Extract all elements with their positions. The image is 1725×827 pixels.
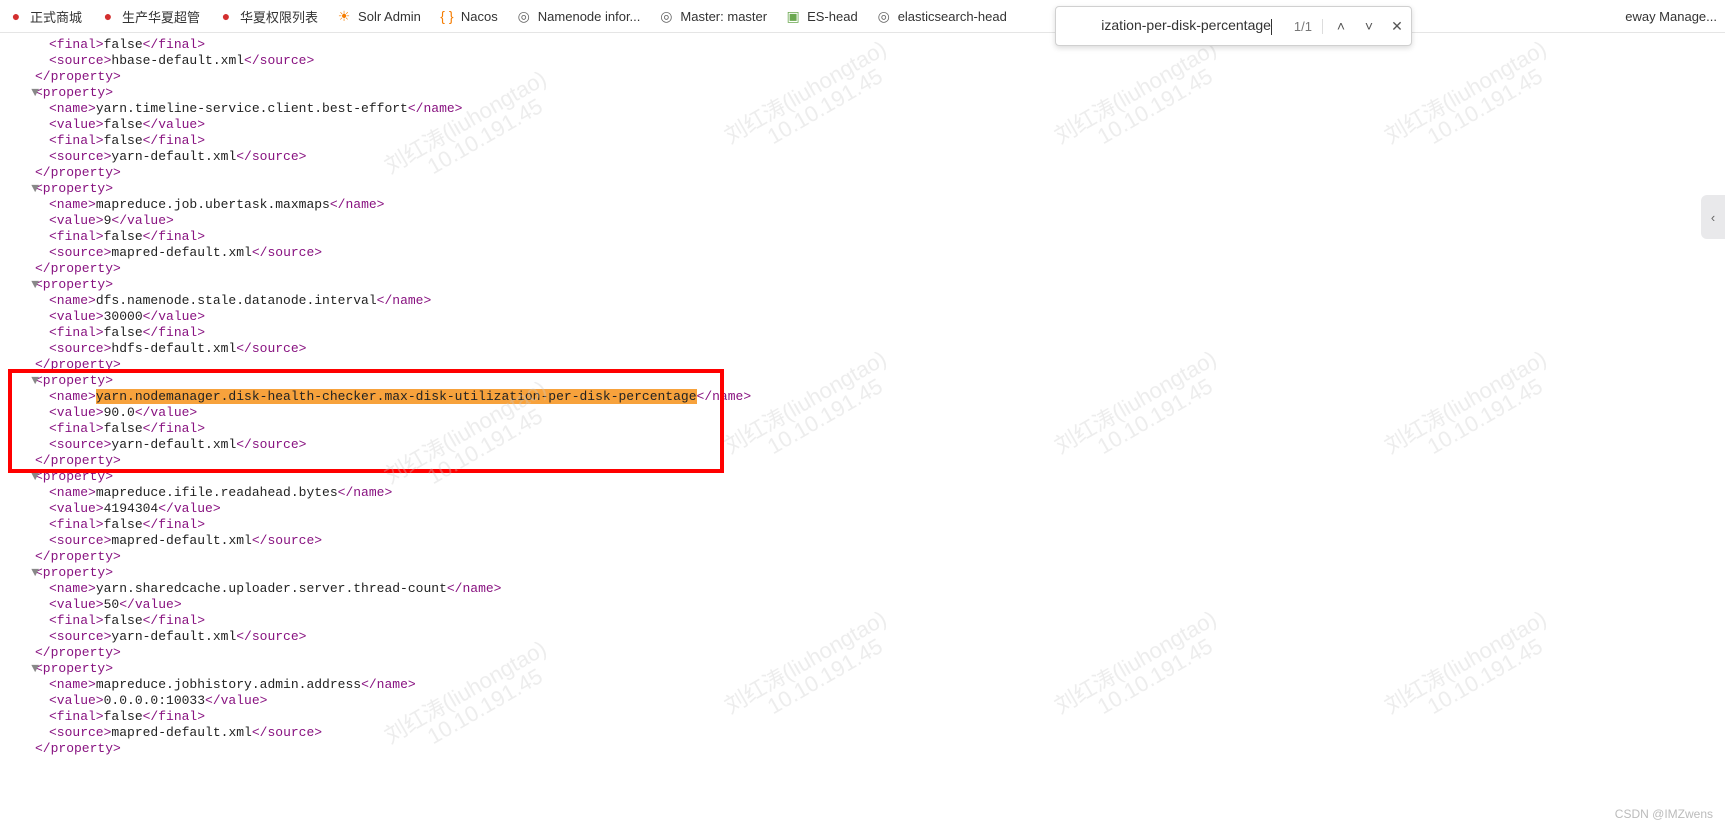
xml-line: <final>false</final> xyxy=(0,709,1725,725)
bookmark-icon: { } xyxy=(439,8,455,24)
bookmark-item[interactable]: ◎ elasticsearch-head xyxy=(876,8,1007,24)
xml-line: <final>false</final> xyxy=(0,229,1725,245)
bookmark-icon: ● xyxy=(100,8,116,24)
bookmark-icon: ▣ xyxy=(785,8,801,24)
find-bar: ization-per-disk-percentage 1/1 ˄ ˅ ✕ xyxy=(1055,6,1412,46)
xml-line: </property> xyxy=(0,645,1725,661)
bookmark-item[interactable]: ▣ ES-head xyxy=(785,8,858,24)
bookmark-icon: ◎ xyxy=(658,8,674,24)
bookmark-icon: ● xyxy=(8,8,24,24)
xml-line: </property> xyxy=(0,453,1725,469)
xml-line: <value>30000</value> xyxy=(0,309,1725,325)
xml-line: <value>false</value> xyxy=(0,117,1725,133)
xml-line: <value>90.0</value> xyxy=(0,405,1725,421)
xml-line: <source>yarn-default.xml</source> xyxy=(0,437,1725,453)
bookmark-item[interactable]: { } Nacos xyxy=(439,8,498,24)
bookmark-label: Master: master xyxy=(680,9,767,24)
find-close-button[interactable]: ✕ xyxy=(1383,12,1411,40)
bookmark-label: Nacos xyxy=(461,9,498,24)
toggle-icon[interactable]: ▼ xyxy=(23,85,39,101)
find-input[interactable]: ization-per-disk-percentage xyxy=(1056,17,1284,34)
xml-line: <source>mapred-default.xml</source> xyxy=(0,245,1725,261)
bookmark-item[interactable]: ● 生产华夏超管 xyxy=(100,7,200,26)
xml-line: <final>false</final> xyxy=(0,517,1725,533)
xml-line: <final>false</final> xyxy=(0,613,1725,629)
toggle-icon[interactable]: ▼ xyxy=(23,661,39,677)
bookmark-item[interactable]: ☀ Solr Admin xyxy=(336,8,421,24)
bookmark-label: eway Manage... xyxy=(1625,9,1717,24)
xml-line: <name>mapreduce.job.ubertask.maxmaps</na… xyxy=(0,197,1725,213)
bookmark-item[interactable]: ◎ Master: master xyxy=(658,8,767,24)
xml-line: <final>false</final> xyxy=(0,133,1725,149)
bookmark-icon: ◎ xyxy=(876,8,892,24)
xml-line: <value>9</value> xyxy=(0,213,1725,229)
xml-line: ▼<property> xyxy=(0,85,1725,101)
toggle-icon[interactable]: ▼ xyxy=(23,181,39,197)
bookmark-icon: ☀ xyxy=(336,8,352,24)
bookmark-label: Namenode infor... xyxy=(538,9,641,24)
xml-line: ▼<property> xyxy=(0,565,1725,581)
xml-line: <final>false</final> xyxy=(0,325,1725,341)
credit-text: CSDN @IMZwens xyxy=(1615,807,1713,821)
xml-line: <source>mapred-default.xml</source> xyxy=(0,725,1725,741)
xml-line: </property> xyxy=(0,357,1725,373)
xml-line: <value>50</value> xyxy=(0,597,1725,613)
bookmark-item[interactable]: ● 华夏权限列表 xyxy=(218,7,318,26)
bookmark-item[interactable]: ◎ Namenode infor... xyxy=(516,8,641,24)
bookmark-label: 华夏权限列表 xyxy=(240,7,318,26)
xml-line: <value>0.0.0.0:10033</value> xyxy=(0,693,1725,709)
xml-line: <name>yarn.sharedcache.uploader.server.t… xyxy=(0,581,1725,597)
bookmark-label: 生产华夏超管 xyxy=(122,7,200,26)
bookmark-icon: ● xyxy=(218,8,234,24)
xml-line: </property> xyxy=(0,261,1725,277)
toggle-icon[interactable]: ▼ xyxy=(23,277,39,293)
toggle-icon[interactable]: ▼ xyxy=(23,373,39,389)
xml-line: <source>mapred-default.xml</source> xyxy=(0,533,1725,549)
bookmark-label: 正式商城 xyxy=(30,7,82,26)
xml-line: <source>hbase-default.xml</source> xyxy=(0,53,1725,69)
bookmark-bar: ● 正式商城 ● 生产华夏超管 ● 华夏权限列表 ☀ Solr Admin { } Nacos ◎ N… xyxy=(0,0,1725,33)
xml-line: <name>yarn.nodemanager.disk-health-check… xyxy=(0,389,1725,405)
xml-line: ▼<property> xyxy=(0,373,1725,389)
xml-line: <name>mapreduce.jobhistory.admin.address… xyxy=(0,677,1725,693)
toggle-icon[interactable]: ▼ xyxy=(23,565,39,581)
bookmark-label: Solr Admin xyxy=(358,9,421,24)
xml-line: <name>yarn.timeline-service.client.best-… xyxy=(0,101,1725,117)
xml-line: <final>false</final> xyxy=(0,421,1725,437)
xml-line: </property> xyxy=(0,549,1725,565)
find-count: 1/1 xyxy=(1284,19,1323,34)
xml-line: </property> xyxy=(0,69,1725,85)
xml-line: <value>4194304</value> xyxy=(0,501,1725,517)
bookmark-label: ES-head xyxy=(807,9,858,24)
xml-line: <final>false</final> xyxy=(0,37,1725,53)
bookmark-icon: ◎ xyxy=(516,8,532,24)
toggle-icon[interactable]: ▼ xyxy=(23,469,39,485)
xml-line: <name>dfs.namenode.stale.datanode.interv… xyxy=(0,293,1725,309)
xml-line: <source>yarn-default.xml</source> xyxy=(0,629,1725,645)
bookmark-item[interactable]: ● 正式商城 xyxy=(8,7,82,26)
xml-line: ▼<property> xyxy=(0,661,1725,677)
xml-line: ▼<property> xyxy=(0,469,1725,485)
xml-line: <source>yarn-default.xml</source> xyxy=(0,149,1725,165)
xml-line: </property> xyxy=(0,741,1725,757)
xml-tree: <final>false</final><source>hbase-defaul… xyxy=(0,33,1725,757)
find-prev-button[interactable]: ˄ xyxy=(1327,12,1355,40)
xml-line: ▼<property> xyxy=(0,181,1725,197)
xml-line: <source>hdfs-default.xml</source> xyxy=(0,341,1725,357)
bookmark-label: elasticsearch-head xyxy=(898,9,1007,24)
xml-line: </property> xyxy=(0,165,1725,181)
xml-line: ▼<property> xyxy=(0,277,1725,293)
find-next-button[interactable]: ˅ xyxy=(1355,12,1383,40)
xml-line: <name>mapreduce.ifile.readahead.bytes</n… xyxy=(0,485,1725,501)
